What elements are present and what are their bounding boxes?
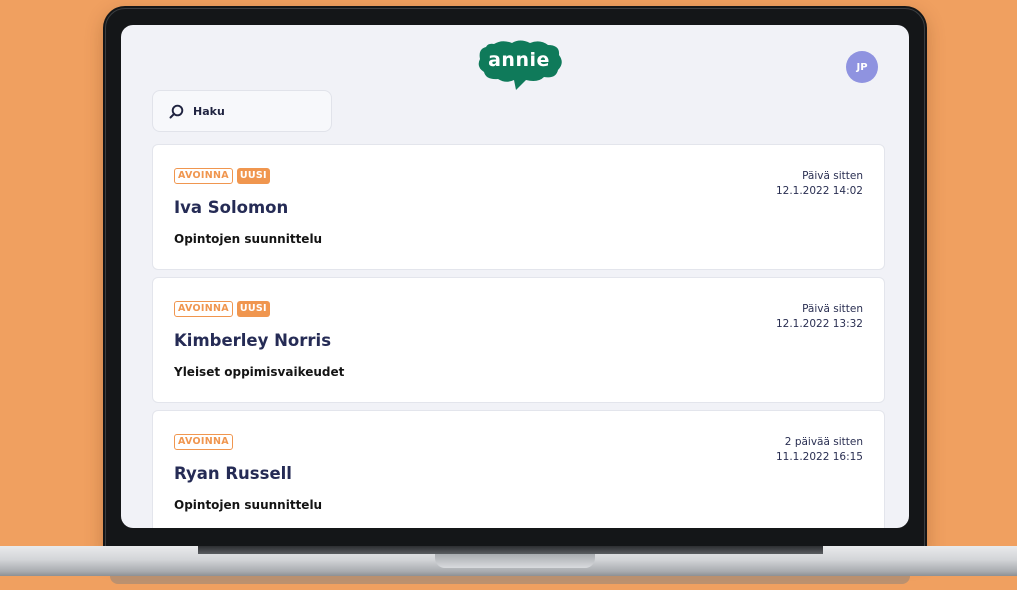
laptop-notch bbox=[435, 554, 595, 568]
relative-time: Päivä sitten bbox=[802, 303, 863, 315]
timestamp: 11.1.2022 16:15 bbox=[775, 451, 863, 463]
status-badge: AVOINNA bbox=[174, 434, 233, 450]
app-screen: annie JP Haku AVOINNA UUSI Iva Solomon Opin… bbox=[121, 25, 909, 528]
status-badge: AVOINNA bbox=[174, 301, 233, 317]
timestamp: 12.1.2022 14:02 bbox=[775, 185, 863, 197]
laptop-shadow bbox=[110, 576, 910, 584]
search-label: Haku bbox=[193, 104, 225, 118]
timestamp: 12.1.2022 13:32 bbox=[775, 318, 863, 330]
conversation-time: Päivä sitten 12.1.2022 14:02 bbox=[776, 169, 863, 199]
search-icon bbox=[169, 104, 184, 118]
status-badges: AVOINNA UUSI bbox=[174, 301, 270, 317]
conversation-card[interactable]: AVOINNA UUSI Iva Solomon Opintojen suunnitt… bbox=[152, 144, 885, 270]
logo-text: annie bbox=[488, 49, 550, 71]
status-badges: AVOINNA bbox=[174, 434, 233, 450]
conversation-card[interactable]: AVOINNA Ryan Russell Opintojen suunnittelu… bbox=[152, 410, 885, 528]
conversation-time: 2 päivää sitten 11.1.2022 16:15 bbox=[776, 435, 863, 465]
relative-time: Päivä sitten bbox=[802, 170, 863, 182]
conversation-card[interactable]: AVOINNA UUSI Kimberley Norris Yleiset oppim… bbox=[152, 277, 885, 403]
search-input[interactable]: Haku bbox=[152, 90, 332, 132]
contact-name: Ryan Russell bbox=[174, 464, 292, 483]
user-avatar[interactable]: JP bbox=[846, 51, 878, 83]
laptop-hinge bbox=[198, 546, 823, 554]
status-badges: AVOINNA UUSI bbox=[174, 168, 270, 184]
contact-name: Iva Solomon bbox=[174, 198, 289, 217]
conversation-topic: Opintojen suunnittelu bbox=[174, 498, 323, 512]
status-badge: AVOINNA bbox=[174, 168, 233, 184]
conversation-time: Päivä sitten 12.1.2022 13:32 bbox=[776, 302, 863, 332]
annie-logo[interactable]: annie bbox=[476, 39, 564, 91]
new-badge: UUSI bbox=[236, 168, 270, 184]
relative-time: 2 päivää sitten bbox=[784, 436, 863, 448]
new-badge: UUSI bbox=[236, 301, 270, 317]
conversation-topic: Yleiset oppimisvaikeudet bbox=[174, 365, 345, 379]
contact-name: Kimberley Norris bbox=[174, 331, 332, 350]
conversation-topic: Opintojen suunnittelu bbox=[174, 232, 323, 246]
